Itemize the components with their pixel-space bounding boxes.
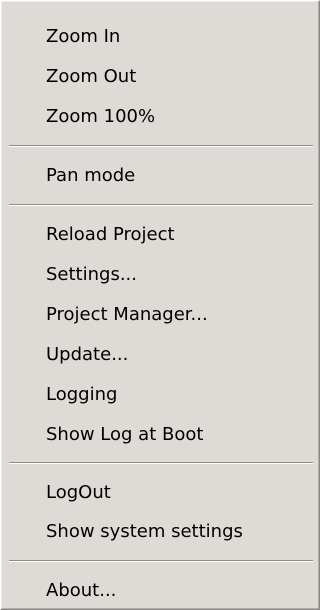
menu-item-project-manager[interactable]: Project Manager... — [1, 296, 319, 334]
menu-item-update[interactable]: Update... — [1, 336, 319, 374]
menu-item-settings[interactable]: Settings... — [1, 256, 319, 294]
menu-separator — [9, 204, 313, 206]
menu-item-logging[interactable]: Logging — [1, 376, 319, 414]
menu-item-pan-mode[interactable]: Pan mode — [1, 157, 319, 195]
menu-item-zoom-100[interactable]: Zoom 100% — [1, 98, 319, 136]
menu-item-about[interactable]: About... — [1, 572, 319, 610]
menu-separator — [9, 462, 313, 464]
menu-item-reload-project[interactable]: Reload Project — [1, 216, 319, 254]
menu-item-logout[interactable]: LogOut — [1, 474, 319, 512]
menu-item-zoom-in[interactable]: Zoom In — [1, 18, 319, 56]
menu-item-show-log-at-boot[interactable]: Show Log at Boot — [1, 416, 319, 454]
context-menu: Zoom In Zoom Out Zoom 100% Pan mode Relo… — [0, 0, 320, 610]
menu-separator — [9, 145, 313, 147]
menu-item-show-system-settings[interactable]: Show system settings — [1, 513, 319, 551]
menu-separator — [9, 560, 313, 562]
menu-item-zoom-out[interactable]: Zoom Out — [1, 58, 319, 96]
